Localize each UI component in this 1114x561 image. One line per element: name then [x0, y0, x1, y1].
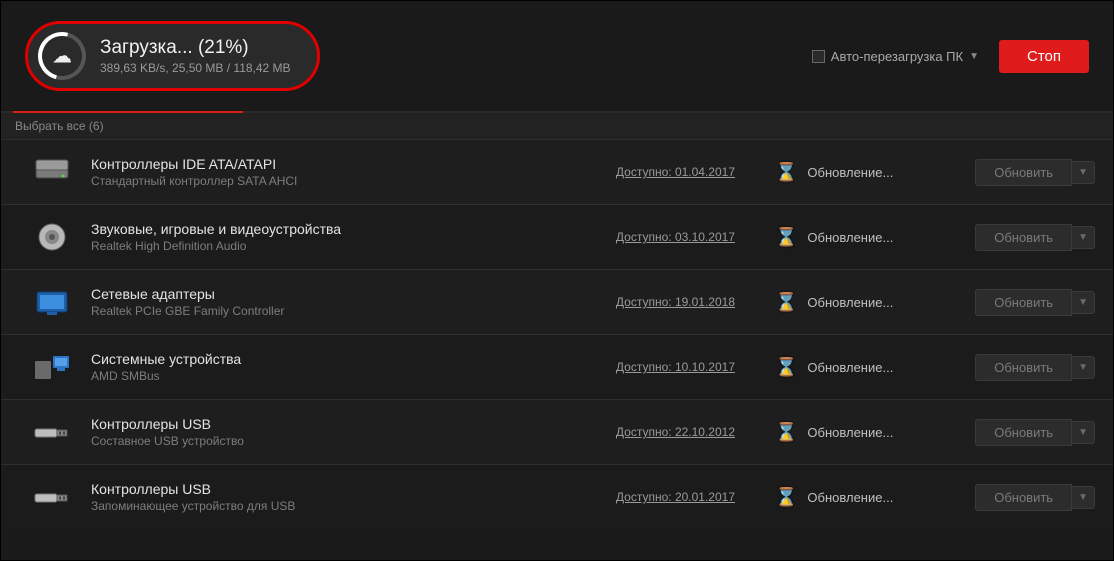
- driver-subname: Realtek PCIe GBE Family Controller: [91, 304, 565, 318]
- update-button[interactable]: Обновить: [975, 354, 1072, 381]
- cloud-download-icon: ☁: [52, 44, 72, 69]
- hourglass-icon: ⌛: [775, 292, 797, 313]
- download-title: Загрузка... (21%): [100, 37, 291, 59]
- progress-underline: [1, 111, 1113, 113]
- chevron-down-icon[interactable]: ▼: [969, 51, 979, 62]
- auto-reboot-label: Авто-перезагрузка ПК: [831, 49, 963, 64]
- download-subtitle: 389,63 KB/s, 25,50 MB / 118,42 MB: [100, 61, 291, 75]
- status-text: Обновление...: [807, 425, 893, 440]
- checkbox-icon[interactable]: [812, 50, 825, 63]
- available-date-link[interactable]: Доступно: 10.10.2017: [616, 360, 735, 374]
- device-icon: [31, 219, 73, 255]
- status-text: Обновление...: [807, 230, 893, 245]
- hourglass-icon: ⌛: [775, 162, 797, 183]
- available-date-link[interactable]: Доступно: 20.01.2017: [616, 490, 735, 504]
- device-icon: [31, 349, 73, 385]
- available-date-link[interactable]: Доступно: 22.10.2012: [616, 425, 735, 439]
- driver-subname: Стандартный контроллер SATA AHCI: [91, 174, 565, 188]
- status-text: Обновление...: [807, 295, 893, 310]
- driver-subname: Составное USB устройство: [91, 434, 565, 448]
- status-text: Обновление...: [807, 165, 893, 180]
- driver-subname: AMD SMBus: [91, 369, 565, 383]
- hourglass-icon: ⌛: [775, 422, 797, 443]
- driver-name: Контроллеры USB: [91, 416, 565, 432]
- update-button[interactable]: Обновить: [975, 224, 1072, 251]
- update-button[interactable]: Обновить: [975, 289, 1072, 316]
- hourglass-icon: ⌛: [775, 227, 797, 248]
- driver-row: Системные устройства AMD SMBus Доступно:…: [1, 334, 1113, 399]
- update-dropdown-button[interactable]: ▼: [1072, 356, 1095, 379]
- update-button[interactable]: Обновить: [975, 419, 1072, 446]
- driver-row: Контроллеры USB Запоминающее устройство …: [1, 464, 1113, 529]
- auto-reboot-toggle[interactable]: Авто-перезагрузка ПК ▼: [812, 49, 979, 64]
- download-progress-icon: ☁: [38, 32, 86, 80]
- status-text: Обновление...: [807, 490, 893, 505]
- driver-name: Звуковые, игровые и видеоустройства: [91, 221, 565, 237]
- device-icon: [31, 479, 73, 515]
- available-date-link[interactable]: Доступно: 03.10.2017: [616, 230, 735, 244]
- update-dropdown-button[interactable]: ▼: [1072, 291, 1095, 314]
- hourglass-icon: ⌛: [775, 487, 797, 508]
- header-bar: ☁ Загрузка... (21%) 389,63 KB/s, 25,50 M…: [1, 1, 1113, 111]
- driver-name: Системные устройства: [91, 351, 565, 367]
- driver-name: Контроллеры IDE ATA/ATAPI: [91, 156, 565, 172]
- update-dropdown-button[interactable]: ▼: [1072, 161, 1095, 184]
- driver-row: Звуковые, игровые и видеоустройства Real…: [1, 204, 1113, 269]
- update-dropdown-button[interactable]: ▼: [1072, 486, 1095, 509]
- stop-button[interactable]: Стоп: [999, 40, 1089, 73]
- update-dropdown-button[interactable]: ▼: [1072, 226, 1095, 249]
- available-date-link[interactable]: Доступно: 19.01.2018: [616, 295, 735, 309]
- status-text: Обновление...: [807, 360, 893, 375]
- driver-row: Контроллеры USB Составное USB устройство…: [1, 399, 1113, 464]
- update-dropdown-button[interactable]: ▼: [1072, 421, 1095, 444]
- device-icon: [31, 284, 73, 320]
- driver-list: Контроллеры IDE ATA/ATAPI Стандартный ко…: [1, 139, 1113, 529]
- driver-row: Сетевые адаптеры Realtek PCIe GBE Family…: [1, 269, 1113, 334]
- driver-name: Контроллеры USB: [91, 481, 565, 497]
- driver-subname: Запоминающее устройство для USB: [91, 499, 565, 513]
- update-button[interactable]: Обновить: [975, 484, 1072, 511]
- download-status-block: ☁ Загрузка... (21%) 389,63 KB/s, 25,50 M…: [25, 21, 320, 91]
- hourglass-icon: ⌛: [775, 357, 797, 378]
- select-all-label[interactable]: Выбрать все (6): [1, 113, 1113, 139]
- driver-subname: Realtek High Definition Audio: [91, 239, 565, 253]
- available-date-link[interactable]: Доступно: 01.04.2017: [616, 165, 735, 179]
- device-icon: [31, 154, 73, 190]
- driver-row: Контроллеры IDE ATA/ATAPI Стандартный ко…: [1, 139, 1113, 204]
- device-icon: [31, 414, 73, 450]
- update-button[interactable]: Обновить: [975, 159, 1072, 186]
- driver-name: Сетевые адаптеры: [91, 286, 565, 302]
